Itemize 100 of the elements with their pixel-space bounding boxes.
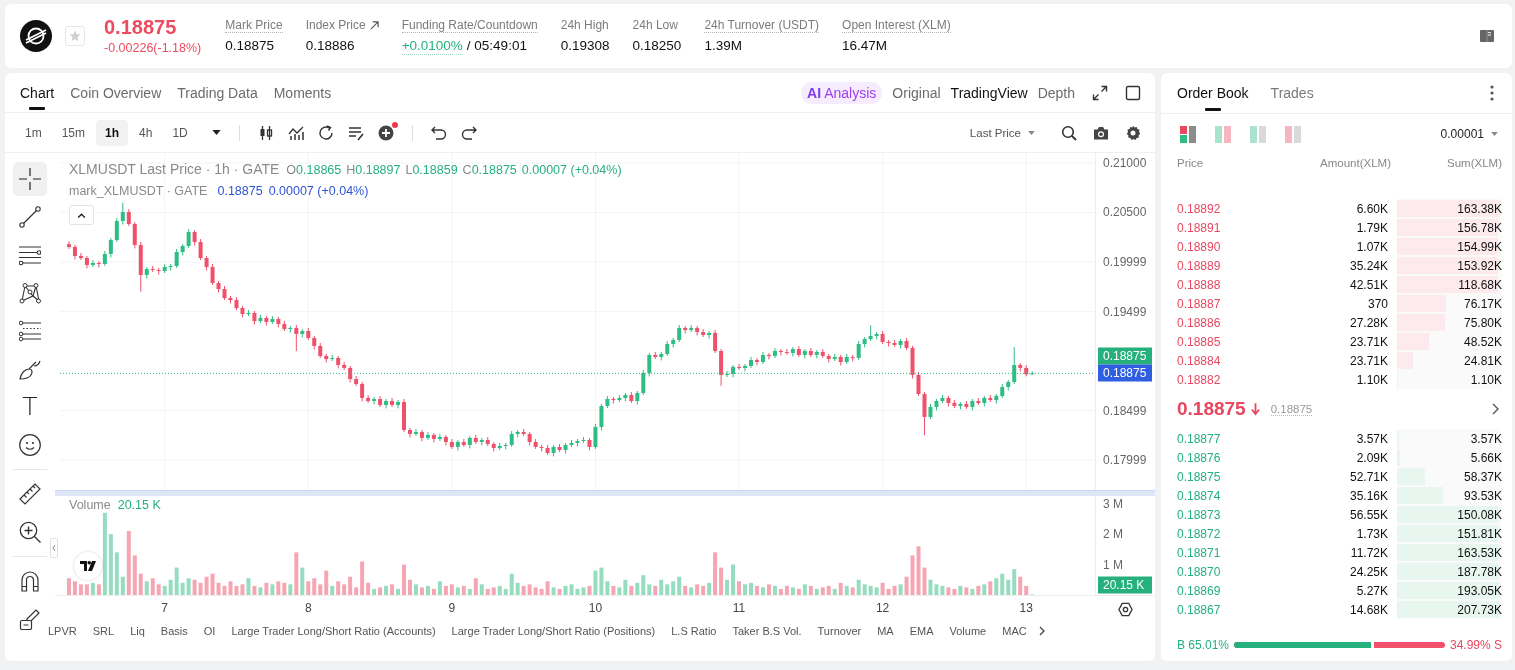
ask-price[interactable]: 0.18886 — [1177, 315, 1297, 330]
collapse-handle-icon[interactable] — [50, 538, 58, 558]
arrow-icon[interactable] — [369, 21, 379, 30]
ask-price[interactable]: 0.18885 — [1177, 334, 1297, 349]
bid-price[interactable]: 0.18874 — [1177, 488, 1297, 503]
undo-icon[interactable] — [430, 124, 447, 141]
bid-price[interactable]: 0.18869 — [1177, 583, 1297, 598]
ask-price[interactable]: 0.18882 — [1177, 372, 1297, 387]
chart-tab[interactable]: Moments — [273, 73, 332, 112]
price-source-dropdown[interactable]: Last Price — [969, 126, 1035, 139]
bar — [802, 584, 807, 595]
view-tab[interactable]: Depth — [1037, 84, 1075, 101]
ask-price[interactable]: 0.18887 — [1177, 296, 1297, 311]
square-icon[interactable] — [1125, 84, 1141, 101]
indicator-button[interactable]: Liq — [130, 625, 145, 637]
candlestick — [396, 399, 401, 409]
indicator-button[interactable]: Large Trader Long/Short Ratio (Accounts) — [231, 625, 436, 637]
interval-button[interactable]: 1D — [163, 119, 197, 146]
view-tab[interactable]: Original — [892, 84, 941, 101]
analysis-button[interactable]: AI Analysis — [801, 81, 883, 104]
volume-axis-label: 3 M — [1103, 496, 1123, 511]
indicator-button[interactable]: L.S Ratio — [671, 625, 717, 637]
chart-tab[interactable]: Chart — [20, 73, 55, 112]
stat-value: 0.18886 — [305, 37, 356, 54]
indicator-chart-icon[interactable] — [287, 124, 304, 141]
bar — [784, 585, 789, 595]
logo-badge-icon[interactable] — [74, 552, 102, 580]
amount-cell-text: 1.10K — [1355, 372, 1389, 387]
interval-button[interactable]: 4h — [130, 119, 162, 146]
candlestick — [1012, 346, 1017, 385]
favorite-star-button[interactable] — [65, 26, 85, 46]
more-icon[interactable] — [1490, 85, 1494, 101]
chart-tab[interactable]: Trading Data — [177, 73, 258, 112]
bid-price[interactable]: 0.18867 — [1177, 602, 1297, 617]
bid-price[interactable]: 0.18870 — [1177, 564, 1297, 579]
precision-dropdown[interactable]: 0.00001 — [1440, 127, 1498, 141]
indicator-button[interactable]: Volume — [949, 625, 987, 637]
bar — [796, 588, 801, 595]
chevron-right-icon[interactable] — [1492, 403, 1499, 415]
bar — [342, 584, 347, 595]
settings-icon[interactable] — [1125, 124, 1141, 141]
ask-price[interactable]: 0.18888 — [1177, 277, 1297, 292]
indicator-button[interactable]: Basis — [160, 625, 188, 637]
interval-button[interactable]: 1m — [16, 119, 51, 146]
bid-price[interactable]: 0.18873 — [1177, 507, 1297, 522]
ask-price[interactable]: 0.18884 — [1177, 353, 1297, 368]
interval-button[interactable]: 1h — [96, 119, 129, 146]
indicator-button[interactable]: EMA — [909, 625, 934, 637]
indicator-button[interactable]: LPVR — [48, 625, 77, 637]
brush-icon — [19, 358, 41, 380]
bar — [653, 585, 658, 595]
ask-price[interactable]: 0.18891 — [1177, 220, 1297, 235]
ask-price[interactable]: 0.18890 — [1177, 239, 1297, 254]
book-icon[interactable] — [1480, 30, 1494, 42]
interval-button[interactable]: 15m — [52, 119, 94, 146]
bar — [90, 582, 95, 595]
indicator-button[interactable]: Taker B.S Vol. — [732, 625, 802, 637]
circular-arrow-icon[interactable] — [317, 124, 334, 141]
drawing-tool-button[interactable]: T — [13, 390, 47, 424]
layout-icon[interactable] — [1180, 125, 1196, 143]
sum-cell: 1.10K — [1470, 372, 1502, 387]
chevron-right-icon[interactable] — [1038, 626, 1045, 636]
candlestick — [294, 324, 299, 352]
bar — [964, 587, 969, 595]
indicator-button[interactable]: MA — [877, 625, 894, 637]
list-icon[interactable] — [347, 124, 364, 141]
bid-price[interactable]: 0.18876 — [1177, 450, 1297, 465]
add-icon[interactable] — [377, 124, 394, 141]
buy-ratio: B 65.01% — [1177, 638, 1230, 652]
countdown-value: / 05:49:01 — [466, 38, 527, 54]
collapse-legend-button[interactable] — [69, 205, 94, 225]
indicator-button[interactable]: Large Trader Long/Short Ratio (Positions) — [451, 625, 656, 637]
candlestick — [78, 252, 83, 261]
candlestick — [922, 391, 927, 436]
text-tool-glyph: T — [22, 394, 38, 420]
indicator-button[interactable]: Turnover — [817, 625, 862, 637]
ask-price[interactable]: 0.18892 — [1177, 201, 1297, 216]
candlestick — [449, 438, 454, 450]
expand-icon[interactable] — [1092, 84, 1108, 101]
indicator-button[interactable]: OI — [203, 625, 216, 637]
bar — [102, 512, 107, 595]
bid-price[interactable]: 0.18871 — [1177, 545, 1297, 560]
ask-price[interactable]: 0.18889 — [1177, 258, 1297, 273]
order-book-tab[interactable]: Trades — [1270, 73, 1314, 113]
order-book-tab[interactable]: Order Book — [1177, 73, 1249, 113]
search-icon[interactable] — [1061, 124, 1077, 141]
camera-icon[interactable] — [1093, 124, 1109, 141]
stat-value: 0.18250 — [632, 37, 682, 54]
redo-icon[interactable] — [460, 124, 477, 141]
view-tab[interactable]: TradingView — [950, 84, 1028, 101]
candlestick — [790, 346, 795, 357]
indicator-button[interactable]: SRL — [92, 625, 115, 637]
bar — [204, 576, 209, 595]
indicator-button[interactable]: MAC — [1002, 625, 1027, 637]
caret-icon[interactable] — [211, 130, 221, 135]
logo-icon — [20, 20, 52, 52]
bar — [174, 567, 179, 595]
settings-icon[interactable] — [1117, 602, 1133, 617]
bar — [168, 579, 173, 595]
chart-tab[interactable]: Coin Overview — [70, 73, 162, 112]
